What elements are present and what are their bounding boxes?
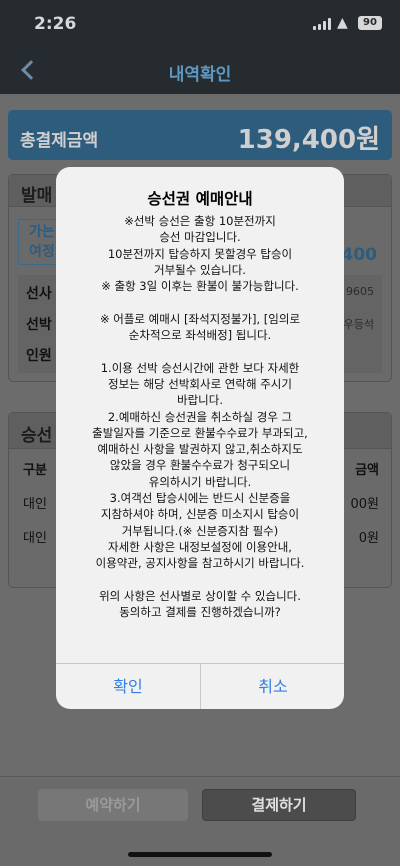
alert-message-line: ※선박 승선은 출항 10분전까지 [124,214,276,228]
info-value-operator: 9605 [346,285,374,298]
alert-message-line: 예매하신 사항을 발권하지 않고,취소하지도 [97,442,303,457]
alert-message-line: 정보는 해당 선박회사로 연락해 주시기 [108,376,292,391]
home-indicator [128,852,272,857]
info-label-passengers: 인원 [26,348,52,364]
alert-message-line: 출발일자를 기준으로 환불수수료가 부과되고, [92,425,308,440]
alert-message-line: ※ 어플로 예매시 [좌석지정불가], [임의로 [99,311,301,326]
info-value-ship: 우등석 [343,318,374,331]
col-amount-header: 금액 [355,463,379,478]
alert-message-line: 1.이용 선박 승선시간에 관한 보다 자세한 [100,360,300,375]
alert-message-line: 승선 마감입니다. [159,230,241,245]
alert-message-line: 거부됩니다.(※ 신분증지참 필수) [121,523,279,538]
fare-row-amount: 00원 [350,497,379,512]
alert-message-line: 않았을 경우 환불수수료가 청구되오니 [109,458,291,473]
status-bar: 2:26 ▲ 90 [0,0,400,48]
info-label-operator: 선사 [26,286,52,302]
alert-message-line: 자세한 사항은 내정보설정에 이용안내, [108,539,292,554]
alert-message-line: 위의 사항은 선사별로 상이할 수 있습니다. [99,588,301,603]
pay-button[interactable]: 결제하기 [202,789,356,821]
alert-blank-line [70,343,330,359]
fare-row-type: 대인 [23,531,47,546]
alert-message-line: 거부될수 있습니다. [154,262,246,277]
reserve-button[interactable]: 예약하기 [38,789,188,821]
alert-message-line: 3.여객선 탑승시에는 반드시 신분증을 [109,491,291,506]
trip-price: 400 [341,245,378,265]
alert-message-line: 유의하시기 바랍니다. [148,474,252,489]
alert-message-line: 동의하고 결제를 진행하겠습니까? [119,605,281,620]
alert-message-line: 이용약관, 공지사항을 참고하시기 바랍니다. [95,556,305,571]
total-payment-banner: 총결제금액 139,400원 [8,110,392,160]
alert-message-line: 2.예매하신 승선권을 취소하실 경우 그 [107,409,293,424]
total-label: 총결제금액 [20,131,99,151]
nav-bar: 내역확인 [0,48,400,94]
signal-icon [313,18,331,30]
alert-message-line: 10분전까지 탑승하지 못할경우 탑승이 [107,246,293,261]
alert-message-line: 순차적으로 좌석배정] 됩니다. [128,328,272,343]
alert-blank-line [70,572,330,588]
alert-message-line: 바랍니다. [177,393,223,408]
confirm-button[interactable]: 확인 [56,664,200,709]
alert-message: ※선박 승선은 출항 10분전까지승선 마감입니다. 10분전까지 탑승하지 못할… [70,213,330,620]
info-label-ship: 선박 [26,317,52,333]
total-amount: 139,400원 [237,125,380,155]
fare-row-type: 대인 [23,497,47,512]
col-type-header: 구분 [23,463,47,478]
alert-title: 승선권 예매안내 [147,190,253,208]
alert-blank-line [70,294,330,310]
alert-message-line: 지참하셔야 하며, 신분증 미소지시 탑승이 [100,507,300,522]
alert-message-line: ※ 출항 3일 이후는 환불이 불가능합니다. [101,279,299,294]
booking-notice-alert: 승선권 예매안내 ※선박 승선은 출항 10분전까지승선 마감입니다. 10분전까… [56,167,344,709]
page-title: 내역확인 [168,65,232,85]
wifi-icon: ▲ [337,15,348,31]
fare-row-amount: 0원 [358,531,379,546]
cancel-button[interactable]: 취소 [201,664,344,709]
status-time: 2:26 [34,14,77,34]
battery-indicator: 90 [358,16,382,30]
alert-actions: 확인 취소 [56,663,344,709]
issue-section-title: 발매 [21,186,53,206]
boarding-section-title: 승선 [21,426,53,446]
